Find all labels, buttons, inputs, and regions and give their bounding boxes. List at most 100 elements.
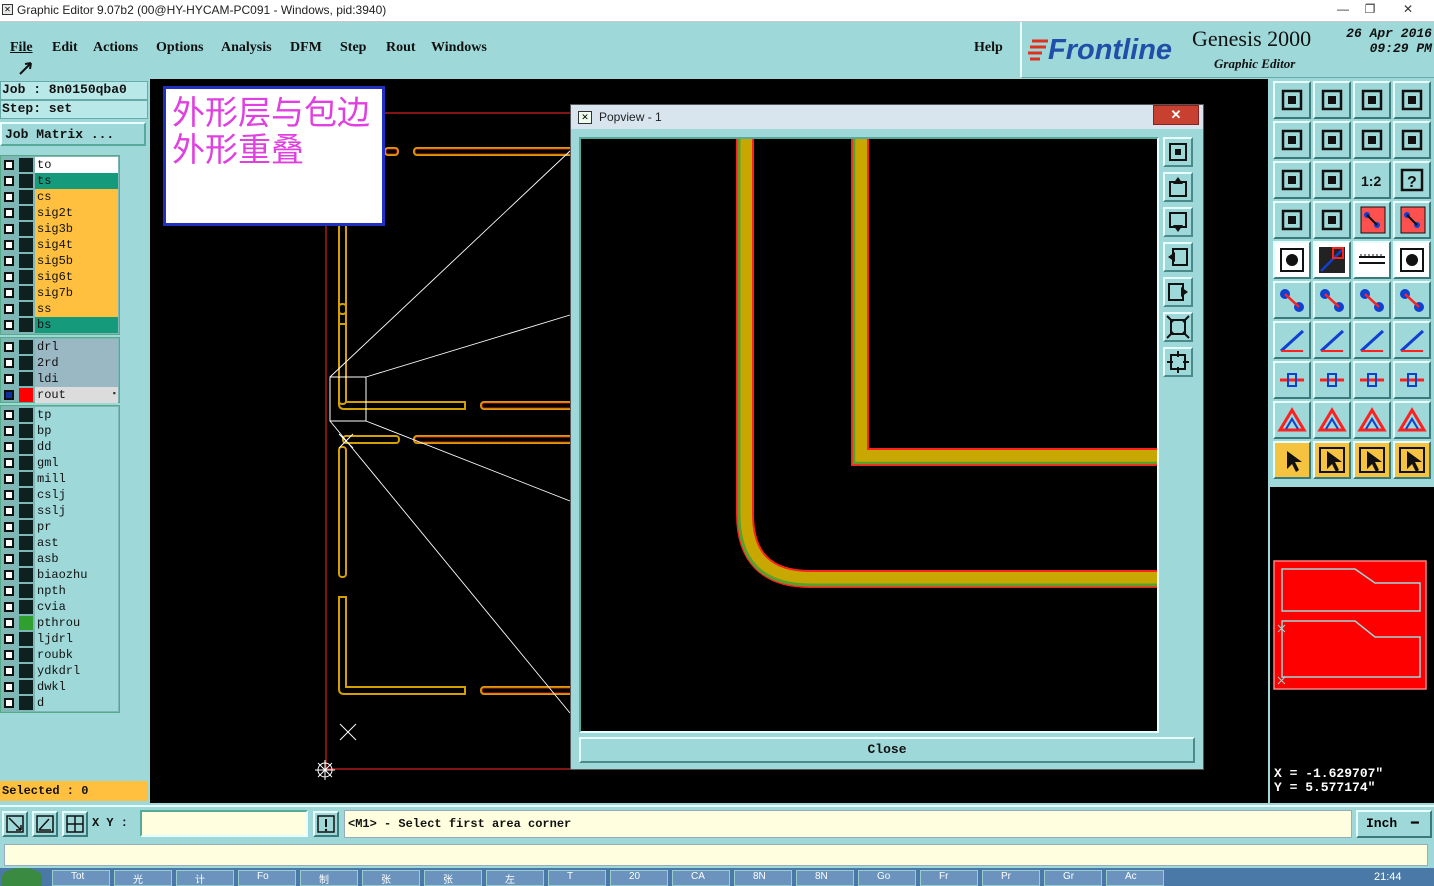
select-box-button[interactable] (1313, 441, 1351, 479)
layer-checkbox[interactable] (4, 390, 14, 400)
layer-checkbox[interactable] (4, 342, 14, 352)
layer-name[interactable]: ts (35, 173, 118, 189)
layer-checkbox[interactable] (4, 160, 14, 170)
cross-button[interactable] (1313, 281, 1351, 319)
layer-name[interactable]: dwkl (35, 679, 118, 695)
menu-actions[interactable]: Actions (93, 40, 138, 56)
taskbar-item[interactable]: 左 (486, 870, 544, 886)
layer-row-asb[interactable]: asb (1, 551, 119, 567)
zoom-down-button[interactable] (1313, 81, 1351, 119)
layer-row-sig3b[interactable]: sig3b (1, 221, 119, 237)
layer-color-swatch[interactable] (19, 318, 33, 332)
layer-checkbox[interactable] (4, 410, 14, 420)
layer-checkbox[interactable] (4, 490, 14, 500)
popview-zoom-in-button[interactable] (1163, 312, 1193, 342)
layer-row-pthrou[interactable]: pthrou (1, 615, 119, 631)
link-button[interactable] (1393, 281, 1431, 319)
layer-name[interactable]: rout (35, 387, 118, 403)
layer-color-swatch[interactable] (19, 648, 33, 662)
layer-name[interactable]: to (35, 157, 118, 173)
zoom-left-button[interactable] (1273, 121, 1311, 159)
layer-color-swatch[interactable] (19, 340, 33, 354)
taskbar-item[interactable]: 8N (734, 870, 792, 886)
layer-color-swatch[interactable] (19, 440, 33, 454)
layer-color-swatch[interactable] (19, 254, 33, 268)
layer-color-swatch[interactable] (19, 456, 33, 470)
xy-input[interactable] (140, 810, 308, 837)
taskbar-item[interactable]: CA (672, 870, 730, 886)
menu-options[interactable]: Options (156, 40, 203, 56)
taskbar-item[interactable]: Tot (52, 870, 110, 886)
resize-button[interactable] (1313, 241, 1351, 279)
menu-edit[interactable]: Edit (52, 40, 78, 56)
taskbar-item[interactable]: Gr (1044, 870, 1102, 886)
snap-mode-button[interactable] (2, 811, 28, 837)
layer-checkbox[interactable] (4, 272, 14, 282)
scale-button[interactable]: 1:2 (1353, 161, 1391, 199)
dot-button[interactable] (1273, 361, 1311, 399)
layer-color-swatch[interactable] (19, 388, 33, 402)
taskbar-item[interactable]: T (548, 870, 606, 886)
layer-row-sig7b[interactable]: sig7b (1, 285, 119, 301)
layer-row-ast[interactable]: ast (1, 535, 119, 551)
flip-button[interactable] (1393, 321, 1431, 359)
triangle-button[interactable] (1313, 401, 1351, 439)
layer-checkbox[interactable] (4, 570, 14, 580)
menu-file[interactable]: File (10, 40, 33, 56)
layer-row-npth[interactable]: npth (1, 583, 119, 599)
maximize-button[interactable]: ❐ (1357, 1, 1383, 19)
popview-zoom-extents-button[interactable] (1163, 137, 1193, 167)
layer-checkbox[interactable] (4, 320, 14, 330)
layer-name[interactable]: sig6t (35, 269, 118, 285)
layer-name[interactable]: cslj (35, 487, 118, 503)
layer-color-swatch[interactable] (19, 584, 33, 598)
layer-checkbox[interactable] (4, 442, 14, 452)
layer-checkbox[interactable] (4, 618, 14, 628)
layer-color-swatch[interactable] (19, 472, 33, 486)
layer-color-swatch[interactable] (19, 488, 33, 502)
taskbar-item[interactable]: 20 (610, 870, 668, 886)
menu-windows[interactable]: Windows (431, 40, 487, 56)
layer-color-swatch[interactable] (19, 696, 33, 710)
layer-checkbox[interactable] (4, 288, 14, 298)
measure-button[interactable] (1273, 201, 1311, 239)
layer-name[interactable]: ast (35, 535, 118, 551)
layer-checkbox[interactable] (4, 666, 14, 676)
layer-row-tp[interactable]: tp (1, 407, 119, 423)
layer-row-dd[interactable]: dd (1, 439, 119, 455)
close-window-button[interactable]: ✕ (1395, 1, 1421, 19)
minimap[interactable] (1270, 487, 1434, 767)
layer-button[interactable] (1393, 201, 1431, 239)
layer-checkbox[interactable] (4, 426, 14, 436)
angle-mode-button[interactable] (32, 811, 58, 837)
minimize-button[interactable]: — (1330, 1, 1356, 19)
layer-name[interactable]: d (35, 695, 118, 711)
taskbar-item[interactable]: 光 (114, 870, 172, 886)
layer-color-swatch[interactable] (19, 568, 33, 582)
layer-name[interactable]: sig4t (35, 237, 118, 253)
zoom-right-button[interactable] (1313, 121, 1351, 159)
layer-name[interactable]: ldi (35, 371, 118, 387)
layer-name[interactable]: sig3b (35, 221, 118, 237)
layer-color-swatch[interactable] (19, 222, 33, 236)
layer-color-swatch[interactable] (19, 424, 33, 438)
layer-checkbox[interactable] (4, 698, 14, 708)
layer-row-dwkl[interactable]: dwkl (1, 679, 119, 695)
layer-checkbox[interactable] (4, 650, 14, 660)
grid-button[interactable] (1393, 81, 1431, 119)
popview-close-button[interactable]: Close (579, 737, 1195, 763)
layer-name[interactable]: bp (35, 423, 118, 439)
layer-color-swatch[interactable] (19, 600, 33, 614)
popview-pan-left-button[interactable] (1163, 242, 1193, 272)
layer-checkbox[interactable] (4, 458, 14, 468)
ruler-button[interactable] (1353, 241, 1391, 279)
layer-name[interactable]: gml (35, 455, 118, 471)
taskbar-item[interactable]: 制 (300, 870, 358, 886)
layer-color-swatch[interactable] (19, 632, 33, 646)
layer-name[interactable]: ss (35, 301, 118, 317)
layer-name[interactable]: cs (35, 189, 118, 205)
circle-button[interactable] (1393, 241, 1431, 279)
layer-checkbox[interactable] (4, 224, 14, 234)
layer-color-swatch[interactable] (19, 270, 33, 284)
layer-name[interactable]: roubk (35, 647, 118, 663)
